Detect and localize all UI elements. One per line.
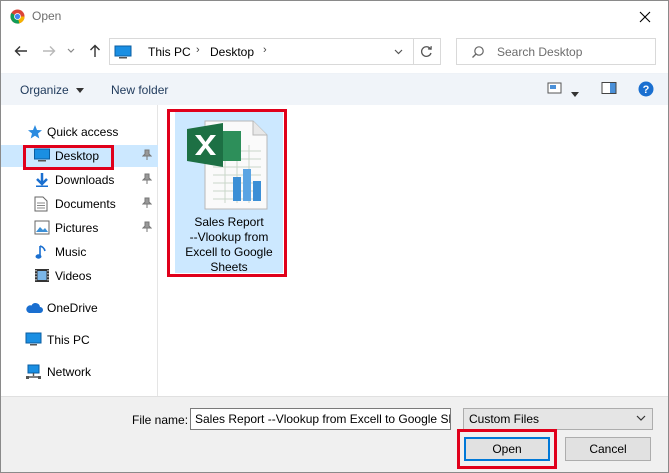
view-options-icon — [547, 82, 562, 94]
back-button[interactable] — [11, 41, 31, 61]
nav-item-music-label: Music — [55, 245, 87, 259]
chevron-right-icon[interactable]: › — [263, 44, 267, 56]
nav-onedrive-label: OneDrive — [47, 301, 98, 315]
caret-down-icon — [571, 92, 579, 97]
navigation-pane: Quick access Desktop Downloads Documents… — [1, 105, 158, 396]
file-name-field-label: File name: — [132, 413, 189, 427]
close-button[interactable] — [622, 1, 668, 32]
pictures-icon — [34, 220, 50, 235]
nav-item-music[interactable]: Music — [1, 241, 158, 263]
pin-icon — [142, 149, 152, 160]
file-name-input[interactable]: Sales Report --Vlookup from Excell to Go… — [190, 408, 451, 430]
forward-button[interactable] — [39, 41, 59, 61]
cancel-button-label: Cancel — [589, 442, 627, 456]
this-pc-icon — [114, 45, 132, 59]
open-file-dialog: Open This PC › Desktop › Search Desktop … — [0, 0, 669, 473]
organize-button[interactable]: Organize — [20, 83, 85, 97]
chevron-down-icon — [67, 48, 75, 53]
chevron-right-icon[interactable]: › — [196, 44, 200, 56]
chrome-icon — [10, 9, 25, 24]
pin-icon — [142, 221, 152, 232]
nav-item-documents[interactable]: Documents — [1, 193, 158, 215]
network-icon — [26, 364, 41, 379]
preview-pane-button[interactable] — [601, 81, 617, 98]
highlight-desktop — [23, 145, 114, 170]
cancel-button[interactable]: Cancel — [565, 437, 651, 461]
preview-pane-icon — [601, 82, 617, 94]
highlight-file — [167, 109, 287, 277]
new-folder-button[interactable]: New folder — [111, 83, 168, 97]
nav-item-videos-label: Videos — [55, 269, 92, 283]
documents-icon — [34, 196, 48, 212]
nav-item-pictures[interactable]: Pictures — [1, 217, 158, 239]
file-type-select[interactable]: Custom Files — [463, 408, 653, 430]
pin-icon — [142, 173, 152, 184]
address-history-dropdown[interactable] — [387, 38, 409, 65]
caret-down-icon — [76, 88, 85, 94]
arrow-right-icon — [43, 46, 56, 56]
nav-this-pc[interactable]: This PC — [1, 329, 158, 351]
nav-quick-access[interactable]: Quick access — [1, 121, 158, 143]
nav-item-pictures-label: Pictures — [55, 221, 99, 235]
dialog-footer: File name: Sales Report --Vlookup from E… — [1, 396, 668, 472]
recent-locations-button[interactable] — [63, 41, 79, 61]
chevron-down-icon — [394, 49, 402, 54]
nav-onedrive[interactable]: OneDrive — [1, 297, 158, 319]
nav-item-downloads[interactable]: Downloads — [1, 169, 158, 191]
search-icon — [472, 46, 484, 58]
search-input[interactable]: Search Desktop — [456, 38, 656, 65]
arrow-up-icon — [90, 44, 100, 57]
change-view-button[interactable] — [547, 81, 563, 98]
up-button[interactable] — [85, 41, 105, 61]
file-list: Sales Report --Vlookup from Excell to Go… — [159, 105, 668, 396]
arrow-left-icon — [14, 46, 27, 56]
pin-icon — [142, 197, 152, 208]
new-folder-label: New folder — [111, 83, 169, 97]
title-bar: Open — [1, 1, 668, 32]
command-toolbar: Organize New folder ? — [1, 73, 668, 105]
close-icon — [639, 11, 651, 22]
view-dropdown-button[interactable] — [571, 86, 579, 100]
nav-network-label: Network — [47, 365, 92, 379]
breadcrumb-this-pc[interactable]: This PC — [148, 45, 191, 59]
nav-quick-access-label: Quick access — [47, 125, 119, 139]
file-name-value: Sales Report --Vlookup from Excell to Go… — [195, 412, 451, 426]
nav-item-downloads-label: Downloads — [55, 173, 115, 187]
breadcrumb-desktop[interactable]: Desktop — [210, 45, 254, 59]
this-pc-icon — [25, 332, 42, 346]
refresh-icon — [420, 46, 432, 57]
music-icon — [35, 245, 46, 259]
chevron-down-icon — [636, 415, 646, 421]
nav-item-videos[interactable]: Videos — [1, 265, 158, 287]
nav-item-documents-label: Documents — [55, 197, 116, 211]
nav-this-pc-label: This PC — [47, 333, 90, 347]
help-button[interactable]: ? — [638, 81, 654, 100]
star-icon — [28, 125, 42, 139]
file-type-value: Custom Files — [469, 412, 540, 426]
svg-text:?: ? — [643, 84, 650, 96]
window-title: Open — [32, 9, 62, 23]
organize-label: Organize — [20, 83, 69, 97]
nav-network[interactable]: Network — [1, 361, 158, 383]
videos-icon — [35, 269, 49, 282]
search-placeholder: Search Desktop — [497, 45, 583, 59]
help-icon: ? — [638, 81, 654, 97]
highlight-open-button — [457, 429, 557, 469]
onedrive-icon — [26, 303, 43, 313]
refresh-button[interactable] — [413, 39, 439, 64]
downloads-icon — [36, 173, 48, 187]
